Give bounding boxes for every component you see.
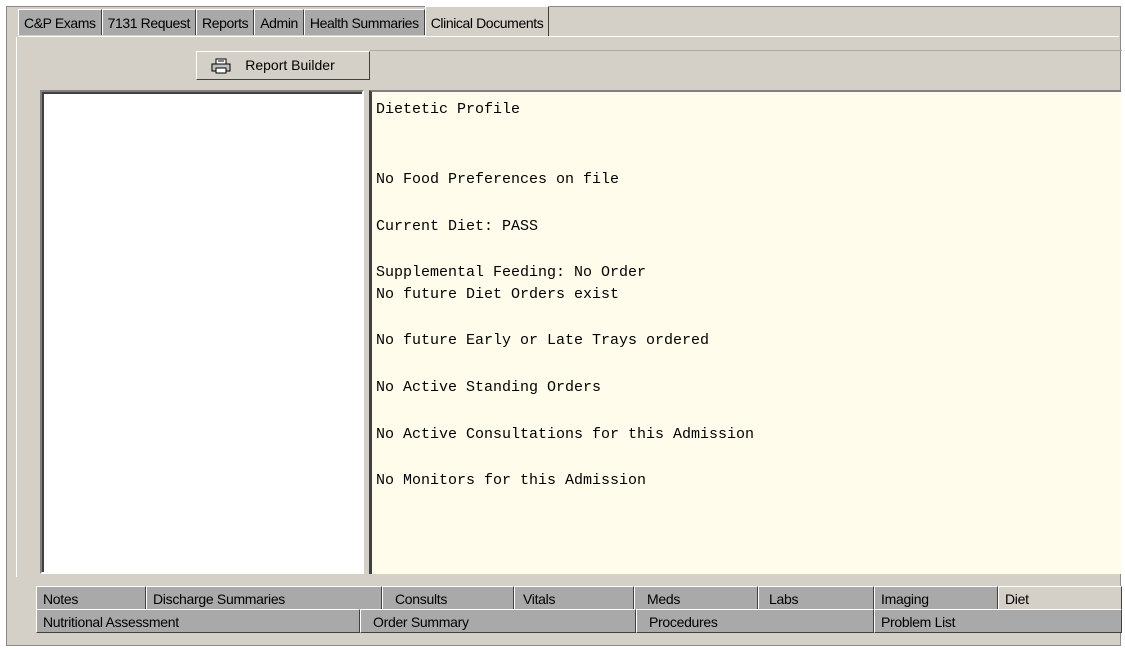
printer-icon [211,58,231,74]
tab-health-summaries[interactable]: Health Summaries [303,9,425,35]
toolbar-divider [370,50,1122,51]
tab-vitals[interactable]: Vitals [514,586,634,610]
report-line: No Food Preferences on file [376,171,620,188]
top-tab-bar: C&P Exams 7131 Request Reports Admin Hea… [18,6,550,37]
bottom-tab-row-2: Nutritional Assessment Order Summary Pro… [36,609,1122,633]
tab-consults[interactable]: Consults [382,586,514,610]
report-line: Current Diet: PASS [376,218,539,235]
tab-7131-request[interactable]: 7131 Request [101,9,196,35]
report-builder-button[interactable]: Report Builder [196,51,370,80]
report-line: No Monitors for this Admission [376,472,647,489]
dietetic-profile-report[interactable]: Dietetic Profile No Food Preferences on … [369,90,1121,574]
tab-imaging[interactable]: Imaging [874,586,998,610]
report-line: No Active Consultations for this Admissi… [376,426,755,443]
bottom-tab-row-1: Notes Discharge Summaries Consults Vital… [36,586,1122,610]
report-line: Supplemental Feeding: No Order [376,264,647,281]
tab-admin[interactable]: Admin [254,9,304,35]
tab-notes[interactable]: Notes [36,586,146,610]
tab-reports[interactable]: Reports [196,9,255,35]
tab-cp-exams[interactable]: C&P Exams [18,9,102,35]
report-line: No future Diet Orders exist [376,286,620,303]
report-tree-list[interactable] [40,90,364,574]
tab-problem-list[interactable]: Problem List [874,609,1122,633]
tab-clinical-documents[interactable]: Clinical Documents [424,6,550,36]
tab-procedures[interactable]: Procedures [636,609,874,633]
report-builder-label: Report Builder [245,57,335,73]
tab-meds[interactable]: Meds [634,586,758,610]
tab-discharge-summaries[interactable]: Discharge Summaries [146,586,382,610]
tab-diet[interactable]: Diet [998,586,1122,610]
tab-order-summary[interactable]: Order Summary [360,609,636,633]
report-line: No future Early or Late Trays ordered [376,332,710,349]
report-line-title: Dietetic Profile [376,101,521,118]
tab-labs[interactable]: Labs [758,586,874,610]
tab-nutritional-assessment[interactable]: Nutritional Assessment [36,609,360,633]
report-line: No Active Standing Orders [376,379,602,396]
